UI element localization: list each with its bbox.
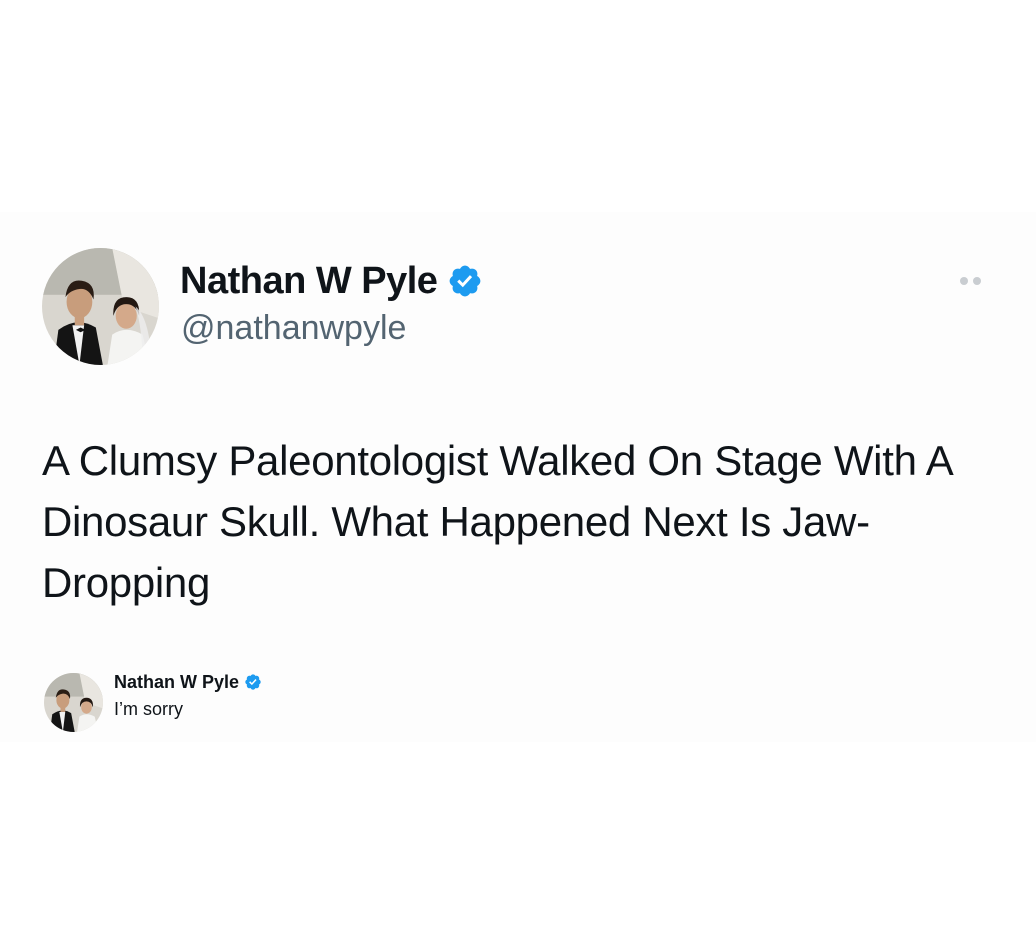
reply-author-avatar[interactable] — [44, 673, 103, 732]
reply-author-name[interactable]: Nathan W Pyle — [114, 670, 262, 694]
more-options-button[interactable] — [960, 274, 990, 288]
author-avatar[interactable] — [42, 248, 159, 365]
author-display-name[interactable]: Nathan W Pyle — [180, 258, 438, 304]
reply-actions-cropped — [116, 731, 226, 737]
tweet-text: A Clumsy Paleontologist Walked On Stage … — [42, 437, 952, 606]
verified-badge-icon — [447, 263, 483, 299]
ellipsis-icon — [960, 277, 968, 285]
ellipsis-icon-dot — [973, 277, 981, 285]
avatar-photo — [42, 248, 159, 365]
verified-badge-icon — [244, 673, 262, 691]
author-handle[interactable]: @nathanwpyle — [181, 306, 406, 350]
reply-author-display-name[interactable]: Nathan W Pyle — [114, 670, 239, 694]
avatar-photo — [44, 673, 103, 732]
reply-text: I’m sorry — [114, 699, 183, 719]
author-name[interactable]: Nathan W Pyle — [180, 258, 483, 304]
